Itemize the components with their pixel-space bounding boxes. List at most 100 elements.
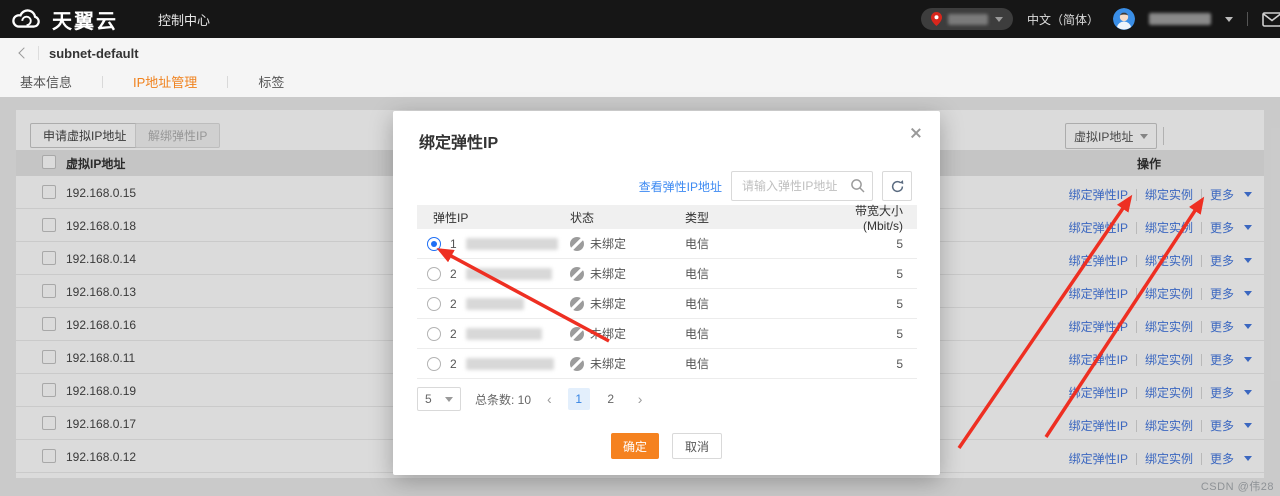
prev-page-button[interactable]: ‹	[545, 391, 554, 407]
eip-row: 2 未绑定 电信 5	[417, 349, 917, 379]
divider	[1201, 354, 1202, 366]
username-redacted[interactable]	[1149, 13, 1211, 25]
watermark: CSDN @伟28	[1201, 478, 1274, 494]
more-link[interactable]: 更多	[1210, 252, 1234, 269]
row-checkbox[interactable]	[42, 416, 56, 430]
bind-eip-link[interactable]: 绑定弹性IP	[1069, 417, 1128, 434]
language-switch[interactable]: 中文（简体）	[1027, 11, 1099, 28]
bind-eip-link[interactable]: 绑定弹性IP	[1069, 318, 1128, 335]
eip-ip-prefix: 2	[450, 327, 457, 341]
status-text: 未绑定	[590, 325, 626, 342]
tab[interactable]: IP地址管理	[72, 66, 197, 100]
caret-down-icon	[1244, 456, 1252, 461]
select-all-checkbox[interactable]	[42, 155, 56, 169]
more-link[interactable]: 更多	[1210, 285, 1234, 302]
row-checkbox[interactable]	[42, 185, 56, 199]
more-link[interactable]: 更多	[1210, 186, 1234, 203]
bind-instance-link[interactable]: 绑定实例	[1145, 384, 1193, 401]
unbound-status-icon	[570, 267, 584, 281]
more-link[interactable]: 更多	[1210, 351, 1234, 368]
caret-down-icon	[1244, 423, 1252, 428]
search-icon[interactable]	[850, 178, 866, 194]
view-eip-link[interactable]: 查看弹性IP地址	[639, 178, 722, 195]
row-checkbox[interactable]	[42, 383, 56, 397]
bind-eip-link[interactable]: 绑定弹性IP	[1069, 285, 1128, 302]
divider	[1163, 127, 1164, 145]
row-checkbox[interactable]	[42, 284, 56, 298]
bind-instance-link[interactable]: 绑定实例	[1145, 417, 1193, 434]
bind-instance-link[interactable]: 绑定实例	[1145, 252, 1193, 269]
row-checkbox[interactable]	[42, 251, 56, 265]
tab[interactable]: 标签	[197, 66, 284, 100]
divider	[1201, 321, 1202, 333]
status-text: 未绑定	[590, 265, 626, 282]
divider	[1201, 453, 1202, 465]
tab[interactable]: 基本信息	[20, 66, 72, 100]
bind-instance-link[interactable]: 绑定实例	[1145, 285, 1193, 302]
divider	[1136, 288, 1137, 300]
caret-down-icon[interactable]	[1225, 17, 1233, 22]
bind-instance-link[interactable]: 绑定实例	[1145, 450, 1193, 467]
more-link[interactable]: 更多	[1210, 450, 1234, 467]
row-checkbox[interactable]	[42, 350, 56, 364]
bind-eip-link[interactable]: 绑定弹性IP	[1069, 252, 1128, 269]
brand-name: 天翼云	[52, 5, 118, 34]
more-link[interactable]: 更多	[1210, 318, 1234, 335]
confirm-button[interactable]: 确定	[611, 433, 659, 459]
divider	[1247, 12, 1248, 26]
row-ip: 192.168.0.15	[66, 186, 136, 200]
refresh-button[interactable]	[882, 171, 912, 201]
eip-ip-redacted	[466, 238, 558, 250]
apply-vip-button[interactable]: 申请虚拟IP地址	[30, 123, 139, 148]
row-checkbox[interactable]	[42, 317, 56, 331]
bind-eip-link[interactable]: 绑定弹性IP	[1069, 219, 1128, 236]
bind-eip-link[interactable]: 绑定弹性IP	[1069, 450, 1128, 467]
status-text: 未绑定	[590, 295, 626, 312]
close-icon[interactable]	[908, 125, 924, 141]
region-selector[interactable]	[921, 8, 1013, 30]
divider	[1201, 189, 1202, 201]
unbound-status-icon	[570, 357, 584, 371]
unbind-eip-button[interactable]: 解绑弹性IP	[135, 123, 220, 148]
row-checkbox[interactable]	[42, 218, 56, 232]
caret-down-icon	[1244, 390, 1252, 395]
eip-radio[interactable]	[427, 237, 441, 251]
console-menu[interactable]: 控制中心	[158, 10, 210, 29]
back-chevron-icon[interactable]	[18, 47, 29, 58]
bind-instance-link[interactable]: 绑定实例	[1145, 186, 1193, 203]
bind-instance-link[interactable]: 绑定实例	[1145, 351, 1193, 368]
row-checkbox[interactable]	[42, 449, 56, 463]
bind-instance-link[interactable]: 绑定实例	[1145, 219, 1193, 236]
cancel-button[interactable]: 取消	[672, 433, 722, 459]
type-text: 电信	[685, 325, 835, 342]
bind-eip-link[interactable]: 绑定弹性IP	[1069, 384, 1128, 401]
pagination: 5 总条数: 10 ‹ 1 2 ›	[417, 387, 644, 411]
divider	[1201, 288, 1202, 300]
brand-logo[interactable]: 天翼云	[0, 5, 118, 34]
page-number[interactable]: 1	[568, 388, 590, 410]
filter-type-select[interactable]: 虚拟IP地址	[1065, 123, 1157, 149]
row-ip: 192.168.0.17	[66, 417, 136, 431]
bind-instance-link[interactable]: 绑定实例	[1145, 318, 1193, 335]
bandwidth-value: 5	[835, 237, 917, 251]
divider	[1201, 387, 1202, 399]
eip-radio[interactable]	[427, 357, 441, 371]
avatar[interactable]	[1113, 8, 1135, 30]
eip-radio[interactable]	[427, 327, 441, 341]
bind-eip-link[interactable]: 绑定弹性IP	[1069, 351, 1128, 368]
bind-eip-link[interactable]: 绑定弹性IP	[1069, 186, 1128, 203]
divider	[1136, 453, 1137, 465]
more-link[interactable]: 更多	[1210, 219, 1234, 236]
tab-bar: 基本信息 IP地址管理 标签	[0, 68, 1280, 97]
mail-icon[interactable]	[1262, 12, 1280, 27]
divider	[1136, 354, 1137, 366]
breadcrumb: subnet-default	[0, 38, 1280, 68]
eip-radio[interactable]	[427, 267, 441, 281]
status-text: 未绑定	[590, 235, 626, 252]
next-page-button[interactable]: ›	[636, 391, 645, 407]
more-link[interactable]: 更多	[1210, 417, 1234, 434]
more-link[interactable]: 更多	[1210, 384, 1234, 401]
page-number[interactable]: 2	[600, 388, 622, 410]
page-size-select[interactable]: 5	[417, 387, 461, 411]
eip-radio[interactable]	[427, 297, 441, 311]
